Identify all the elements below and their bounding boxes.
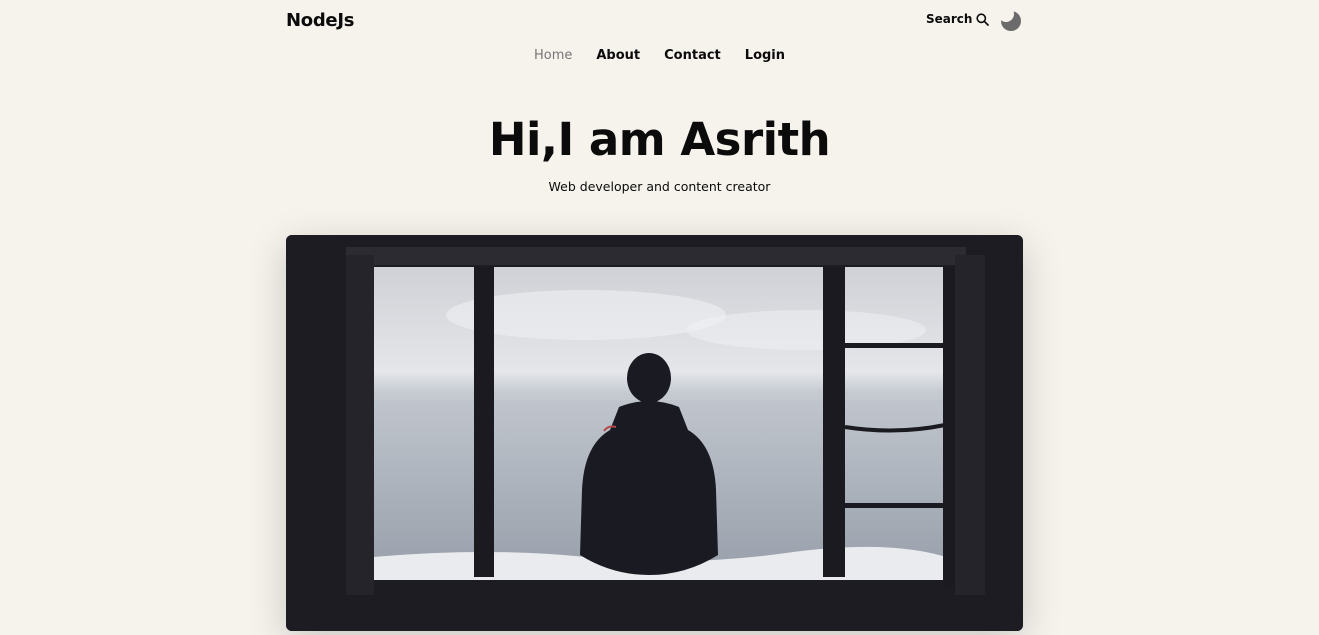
search-label: Search (926, 12, 973, 26)
hero-subtitle: Web developer and content creator (548, 179, 771, 194)
hero-title: Hi,I am Asrith (488, 113, 831, 166)
window-silhouette-illustration (286, 235, 1023, 631)
site-header: NodeJs Search (286, 0, 1022, 44)
search-icon (976, 12, 990, 26)
moon-icon (1001, 11, 1021, 31)
nav-item-home[interactable]: Home (534, 48, 572, 63)
nav-item-contact[interactable]: Contact (664, 48, 721, 63)
nav-item-login[interactable]: Login (745, 48, 785, 63)
hero-image (286, 235, 1023, 631)
search-button[interactable]: Search (926, 12, 990, 26)
main-nav: Home About Contact Login (0, 48, 1319, 63)
theme-toggle-button[interactable] (998, 8, 1022, 32)
site-logo[interactable]: NodeJs (286, 10, 354, 31)
nav-item-about[interactable]: About (596, 48, 640, 63)
